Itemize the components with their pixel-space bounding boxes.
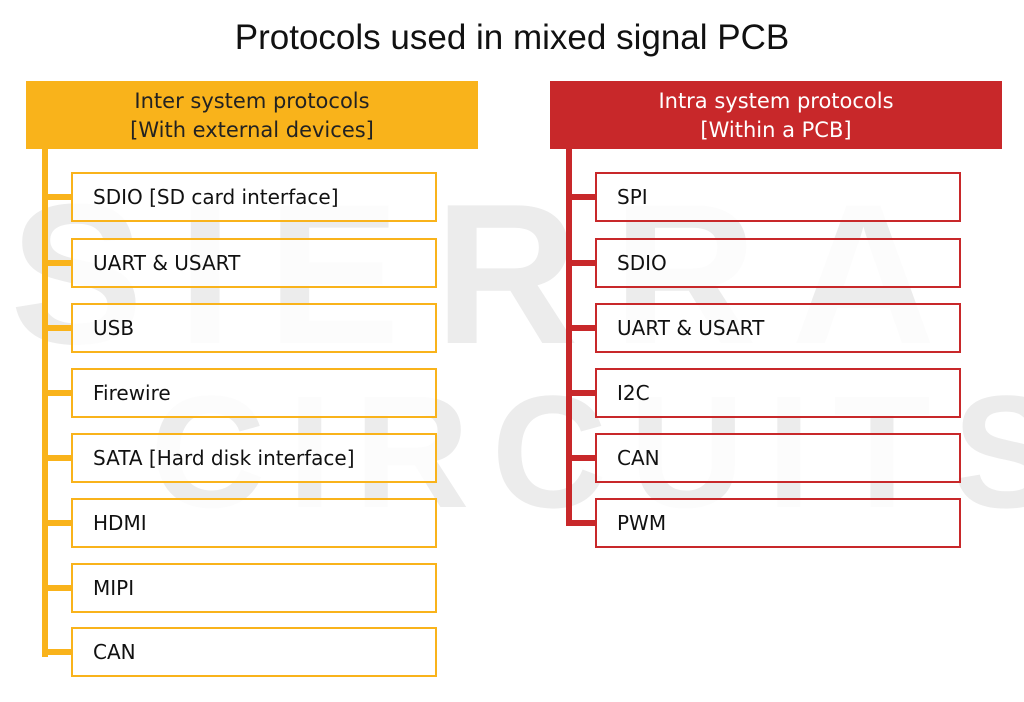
inter-connector-branch [42, 455, 72, 461]
inter-protocol-item: HDMI [71, 498, 437, 548]
diagram-title: Protocols used in mixed signal PCB [234, 18, 790, 57]
intra-connector-spine [566, 149, 572, 526]
inter-connector-branch [42, 390, 72, 396]
intra-protocol-item: CAN [595, 433, 961, 483]
intra-protocol-item: SDIO [595, 238, 961, 288]
intra-protocol-item: PWM [595, 498, 961, 548]
intra-header-line1: Intra system protocols [658, 89, 894, 113]
inter-connector-branch [42, 649, 72, 655]
inter-header-line1: Inter system protocols [134, 89, 370, 113]
intra-connector-branch [566, 194, 596, 200]
inter-header-line2: [With external devices] [130, 118, 374, 142]
inter-protocol-item: CAN [71, 627, 437, 677]
intra-connector-branch [566, 390, 596, 396]
inter-connector-spine [42, 149, 48, 657]
inter-connector-branch [42, 194, 72, 200]
inter-connector-branch [42, 260, 72, 266]
intra-protocol-item: UART & USART [595, 303, 961, 353]
intra-connector-branch [566, 260, 596, 266]
inter-protocol-item: SATA [Hard disk interface] [71, 433, 437, 483]
inter-connector-branch [42, 520, 72, 526]
inter-protocol-item: SDIO [SD card interface] [71, 172, 437, 222]
intra-connector-branch [566, 325, 596, 331]
intra-header-line2: [Within a PCB] [700, 118, 852, 142]
inter-protocol-item: USB [71, 303, 437, 353]
intra-system-header: Intra system protocols [Within a PCB] [550, 81, 1002, 149]
intra-protocol-item: SPI [595, 172, 961, 222]
inter-protocol-item: UART & USART [71, 238, 437, 288]
inter-connector-branch [42, 325, 72, 331]
inter-system-header: Inter system protocols [With external de… [26, 81, 478, 149]
intra-protocol-item: I2C [595, 368, 961, 418]
inter-protocol-item: Firewire [71, 368, 437, 418]
inter-protocol-item: MIPI [71, 563, 437, 613]
inter-connector-branch [42, 585, 72, 591]
intra-connector-branch [566, 520, 596, 526]
intra-connector-branch [566, 455, 596, 461]
